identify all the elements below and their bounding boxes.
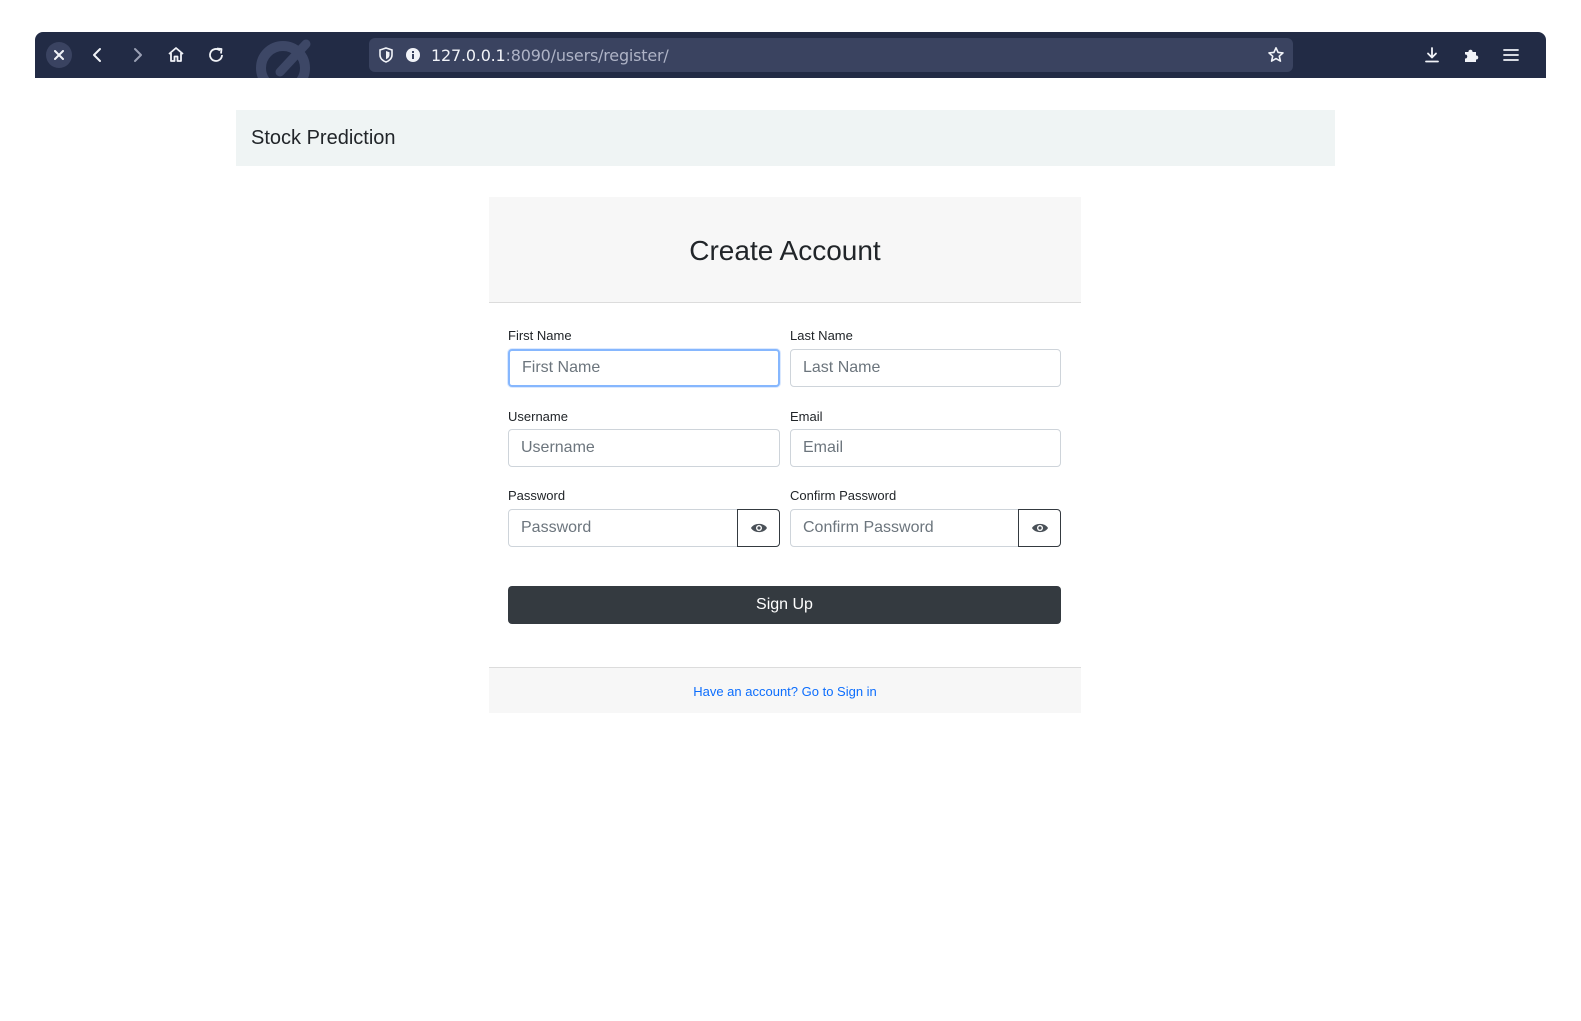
navbar: Stock Prediction	[236, 110, 1335, 166]
downloads-button[interactable]	[1418, 41, 1446, 69]
info-icon[interactable]	[405, 47, 421, 68]
forward-icon	[134, 48, 142, 62]
username-label: Username	[508, 409, 568, 424]
menu-button[interactable]	[1497, 41, 1525, 69]
forward-button[interactable]	[123, 41, 151, 69]
menu-icon	[1503, 49, 1519, 61]
home-icon	[168, 47, 184, 62]
home-button[interactable]	[162, 41, 190, 69]
last-name-label: Last Name	[790, 328, 853, 343]
extensions-button[interactable]	[1457, 41, 1485, 69]
browser-toolbar: 127.0.0.1:8090/users/register/	[35, 32, 1546, 78]
email-input[interactable]	[790, 429, 1061, 467]
confirm-password-input[interactable]	[790, 509, 1019, 547]
close-icon	[46, 42, 72, 68]
last-name-input[interactable]	[790, 349, 1061, 387]
toggle-confirm-password-button[interactable]	[1018, 509, 1061, 547]
sign-up-button[interactable]: Sign Up	[508, 586, 1061, 624]
password-input[interactable]	[508, 509, 738, 547]
email-label: Email	[790, 409, 823, 424]
back-icon	[93, 48, 101, 62]
star-icon[interactable]	[1267, 46, 1285, 69]
url-path: :8090/users/register/	[505, 46, 669, 65]
logo-watermark-icon	[250, 36, 316, 78]
back-button[interactable]	[84, 41, 112, 69]
password-label: Password	[508, 488, 566, 503]
eye-icon	[1031, 523, 1048, 533]
url-host: 127.0.0.1	[431, 46, 506, 65]
toggle-password-button[interactable]	[737, 509, 780, 547]
first-name-input[interactable]	[508, 349, 780, 387]
go-to-sign-in-link[interactable]: Have an account? Go to Sign in	[489, 684, 1081, 699]
address-bar[interactable]: 127.0.0.1:8090/users/register/	[369, 38, 1293, 72]
page-title: Create Account	[689, 235, 881, 266]
card-footer: Have an account? Go to Sign in	[489, 667, 1081, 713]
shield-icon	[379, 47, 393, 68]
register-card: Create Account First Name Last Name User…	[489, 197, 1081, 713]
first-name-label: First Name	[508, 328, 572, 343]
url-text[interactable]: 127.0.0.1:8090/users/register/	[431, 46, 669, 65]
username-input[interactable]	[508, 429, 780, 467]
confirm-password-label: Confirm Password	[790, 488, 897, 503]
download-icon	[1425, 47, 1439, 63]
close-tab-button[interactable]	[45, 41, 73, 69]
eye-icon	[750, 523, 767, 533]
card-header: Create Account	[489, 197, 1081, 303]
navbar-brand[interactable]: Stock Prediction	[251, 127, 396, 150]
reload-button[interactable]	[202, 41, 230, 69]
reload-icon	[209, 47, 223, 62]
extensions-icon	[1465, 49, 1479, 62]
